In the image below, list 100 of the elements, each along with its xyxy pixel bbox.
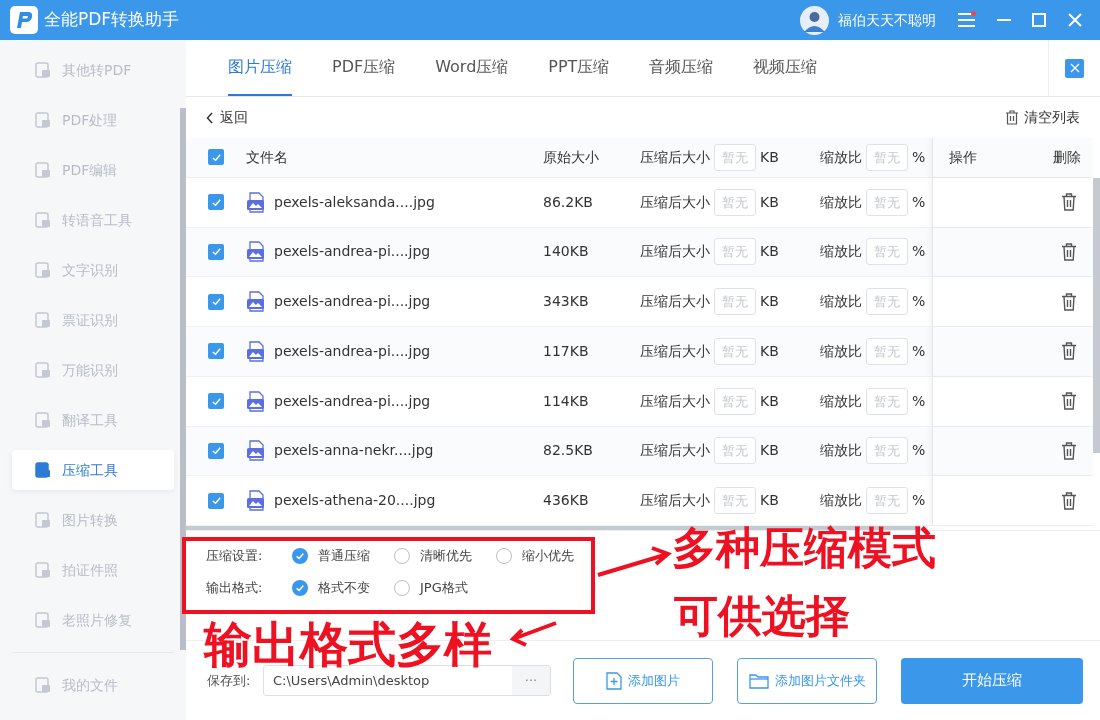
unit-label: %: [912, 491, 926, 511]
tab[interactable]: 视频压缩: [753, 40, 818, 96]
column-header: 删除: [1053, 147, 1081, 167]
check-icon: [210, 196, 222, 208]
unit-label: %: [912, 341, 926, 361]
sidebar-item[interactable]: 老照片修复: [12, 600, 174, 640]
tab[interactable]: 图片压缩: [228, 40, 292, 96]
column-label: 缩放比: [820, 391, 862, 411]
sidebar-item[interactable]: PDF编辑: [12, 150, 174, 190]
add-button[interactable]: 添加图片文件夹: [737, 657, 877, 704]
clear-list-button[interactable]: 清空列表: [1005, 107, 1080, 128]
check-icon: [295, 551, 305, 561]
file-size: 114KB: [543, 391, 590, 411]
row-checkbox[interactable]: [208, 492, 224, 509]
unit-label: KB: [760, 491, 779, 511]
sidebar-item[interactable]: 拍证件照: [12, 550, 174, 590]
delete-icon[interactable]: [1061, 441, 1077, 460]
sidebar-item[interactable]: 票证识别: [12, 300, 174, 340]
sidebar-item[interactable]: 转语音工具: [12, 200, 174, 240]
sidebar-item[interactable]: 图片转换: [12, 500, 174, 540]
radio-button[interactable]: [394, 580, 410, 596]
annotation-text: 多种压缩模式: [672, 521, 936, 575]
check-icon: [210, 395, 222, 407]
sidebar-item[interactable]: 文字识别: [12, 250, 174, 290]
radio-button[interactable]: [292, 580, 308, 596]
delete-icon[interactable]: [1061, 292, 1077, 311]
sidebar-item[interactable]: 压缩工具: [12, 450, 174, 490]
row-checkbox[interactable]: [208, 293, 224, 310]
file-name: pexels-andrea-pi....jpg: [274, 391, 431, 411]
window-title: 全能PDF转换助手: [44, 8, 180, 32]
unit-label: %: [912, 147, 926, 167]
option-label[interactable]: 普通压缩: [318, 546, 370, 566]
sidebar-item[interactable]: 翻译工具: [12, 400, 174, 440]
sidebar-item[interactable]: PDF处理: [12, 100, 174, 140]
delete-icon[interactable]: [1061, 491, 1077, 510]
column-header: 文件名: [246, 147, 289, 167]
row-checkbox[interactable]: [208, 243, 224, 260]
tab[interactable]: PDF压缩: [332, 40, 396, 96]
document-icon: [34, 261, 52, 279]
column-label: 缩放比: [820, 242, 862, 262]
option-label[interactable]: 缩小优先: [522, 546, 574, 566]
document-icon: [34, 511, 52, 529]
add-button[interactable]: 添加图片: [573, 657, 713, 704]
option-label[interactable]: 格式不变: [318, 578, 370, 598]
row-checkbox[interactable]: [208, 194, 224, 211]
unit-label: %: [912, 192, 926, 212]
column-label: 缩放比: [820, 491, 862, 511]
close-icon[interactable]: [1068, 13, 1082, 27]
menu-icon[interactable]: [958, 13, 975, 27]
column-label: 缩放比: [820, 441, 862, 461]
radio-button[interactable]: [496, 548, 512, 564]
scrollbar[interactable]: [1093, 178, 1100, 453]
setting-label: 压缩设置:: [206, 547, 264, 566]
user-name[interactable]: 福伯天天不聪明: [838, 9, 936, 31]
image-file-icon: [246, 490, 266, 512]
tab[interactable]: Word压缩: [435, 40, 509, 96]
check-icon: [210, 246, 222, 258]
unit-label: %: [912, 441, 926, 461]
document-icon: [34, 361, 52, 379]
delete-icon[interactable]: [1061, 193, 1077, 212]
file-name: pexels-andrea-pi....jpg: [274, 341, 431, 361]
tab[interactable]: 音频压缩: [649, 40, 714, 96]
avatar[interactable]: [800, 5, 829, 35]
tab[interactable]: PPT压缩: [548, 40, 610, 96]
check-icon: [210, 345, 222, 357]
check-icon: [210, 495, 222, 507]
back-button[interactable]: 返回: [206, 107, 248, 128]
close-button[interactable]: [1065, 58, 1084, 78]
document-icon: [34, 561, 52, 579]
document-icon: [34, 111, 52, 129]
folder-icon: [748, 672, 769, 689]
start-button[interactable]: 开始压缩: [901, 657, 1083, 704]
file-size: 436KB: [543, 491, 590, 511]
delete-icon[interactable]: [1061, 242, 1077, 261]
sidebar-item[interactable]: 其他转PDF: [12, 50, 174, 90]
delete-icon[interactable]: [1061, 392, 1077, 411]
column-header: 原始大小: [543, 147, 600, 167]
image-file-icon: [246, 340, 266, 362]
row-checkbox[interactable]: [208, 442, 224, 459]
browse-button[interactable]: ···: [512, 666, 550, 695]
image-file-icon: [246, 241, 266, 263]
annotation-text: 可供选择: [674, 589, 850, 643]
row-checkbox[interactable]: [208, 393, 224, 410]
sidebar-item[interactable]: 万能识别: [12, 350, 174, 390]
unit-label: KB: [760, 192, 779, 212]
radio-button[interactable]: [292, 548, 308, 564]
option-label[interactable]: 清晰优先: [420, 546, 472, 566]
column-label: 压缩后大小: [640, 391, 710, 411]
option-label[interactable]: JPG格式: [420, 578, 468, 598]
sidebar-item[interactable]: 我的文件: [12, 665, 174, 705]
maximize-icon[interactable]: [1032, 13, 1046, 27]
document-icon: [34, 61, 52, 79]
delete-icon[interactable]: [1061, 342, 1077, 361]
radio-button[interactable]: [394, 548, 410, 564]
row-checkbox[interactable]: [208, 343, 224, 360]
scrollbar[interactable]: [180, 108, 186, 650]
document-icon: [34, 676, 52, 694]
file-name: pexels-athena-20....jpg: [274, 491, 436, 511]
select-all-checkbox[interactable]: [208, 149, 224, 166]
file-size: 86.2KB: [543, 192, 594, 212]
